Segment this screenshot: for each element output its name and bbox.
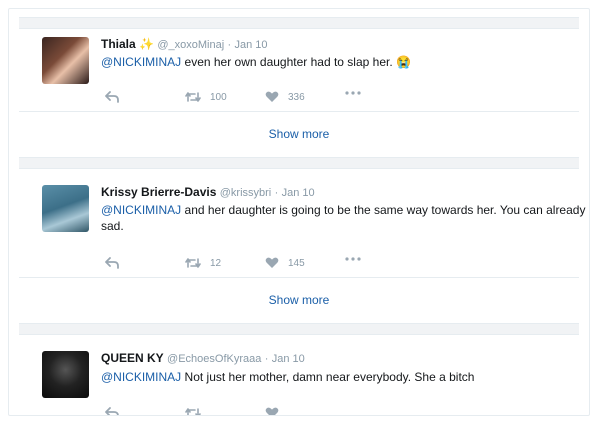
tweet[interactable]: Krissy Brierre-Davis @krissybri · Jan 10…: [19, 177, 589, 277]
tweet-header: Thiala ✨ @_xoxoMinaj · Jan 10: [101, 37, 268, 52]
sparkle-icon: ✨: [139, 37, 154, 51]
retweet-count: 100: [210, 91, 227, 103]
tweet-header: QUEEN KY @EchoesOfKyraaa · Jan 10: [101, 351, 305, 366]
avatar[interactable]: [42, 37, 89, 84]
retweet-icon: [185, 92, 201, 102]
reply-icon: [105, 91, 119, 103]
more-button[interactable]: [345, 257, 361, 261]
more-dots-icon: [345, 91, 361, 95]
tweet-header: Krissy Brierre-Davis @krissybri · Jan 10: [101, 185, 315, 200]
tweet-date[interactable]: Jan 10: [235, 39, 268, 51]
tweet[interactable]: QUEEN KY @EchoesOfKyraaa · Jan 10 @NICKI…: [19, 343, 579, 415]
mention-link[interactable]: @NICKIMINAJ: [101, 55, 181, 69]
like-button[interactable]: 336: [265, 91, 305, 103]
tweet-body: even her own daughter had to slap her. 😭: [181, 55, 411, 69]
like-button[interactable]: 145: [265, 257, 305, 269]
reply-icon: [105, 407, 119, 415]
user-handle[interactable]: @_xoxoMinaj: [157, 39, 224, 51]
heart-icon: [265, 407, 279, 415]
avatar[interactable]: [42, 351, 89, 398]
reply-icon: [105, 257, 119, 269]
dot-separator: ·: [227, 39, 232, 51]
retweet-icon: [185, 258, 201, 268]
tweet-date[interactable]: Jan 10: [282, 187, 315, 199]
reply-button[interactable]: [105, 91, 119, 103]
retweet-button[interactable]: 12: [185, 257, 221, 269]
heart-icon: [265, 257, 279, 268]
reply-button[interactable]: [105, 407, 119, 415]
retweet-icon: [185, 408, 201, 415]
retweet-count: 12: [210, 257, 222, 269]
retweet-button[interactable]: 100: [185, 91, 227, 103]
tweet-date[interactable]: Jan 10: [272, 353, 305, 365]
more-button[interactable]: [345, 91, 361, 95]
reply-button[interactable]: [105, 257, 119, 269]
user-handle[interactable]: @krissybri: [220, 187, 272, 199]
like-count: 336: [288, 91, 305, 103]
like-count: 145: [288, 257, 305, 269]
mention-link[interactable]: @NICKIMINAJ: [101, 203, 181, 217]
avatar[interactable]: [42, 185, 89, 232]
dot-separator: ·: [274, 187, 279, 199]
user-handle[interactable]: @EchoesOfKyraaa: [167, 353, 261, 365]
show-more-link[interactable]: Show more: [19, 111, 579, 156]
tweet-text: @NICKIMINAJ even her own daughter had to…: [101, 54, 579, 70]
replies-card: Thiala ✨ @_xoxoMinaj · Jan 10 @NICKIMINA…: [8, 8, 590, 416]
show-more-link[interactable]: Show more: [19, 277, 579, 322]
dot-separator: ·: [264, 353, 269, 365]
section-divider: [19, 323, 579, 335]
mention-link[interactable]: @NICKIMINAJ: [101, 370, 181, 384]
tweet-body: Not just her mother, damn near everybody…: [181, 370, 475, 384]
more-dots-icon: [345, 257, 361, 261]
tweet-text: @NICKIMINAJ Not just her mother, damn ne…: [101, 369, 579, 385]
tweet-text: @NICKIMINAJ and her daughter is going to…: [101, 202, 589, 234]
heart-icon: [265, 91, 279, 102]
section-divider: [19, 157, 579, 169]
like-button[interactable]: [265, 407, 279, 415]
user-name[interactable]: QUEEN KY: [101, 351, 164, 365]
user-name[interactable]: Krissy Brierre-Davis: [101, 185, 216, 199]
retweet-button[interactable]: [185, 407, 201, 415]
section-divider: [19, 17, 579, 29]
user-name[interactable]: Thiala: [101, 37, 136, 51]
